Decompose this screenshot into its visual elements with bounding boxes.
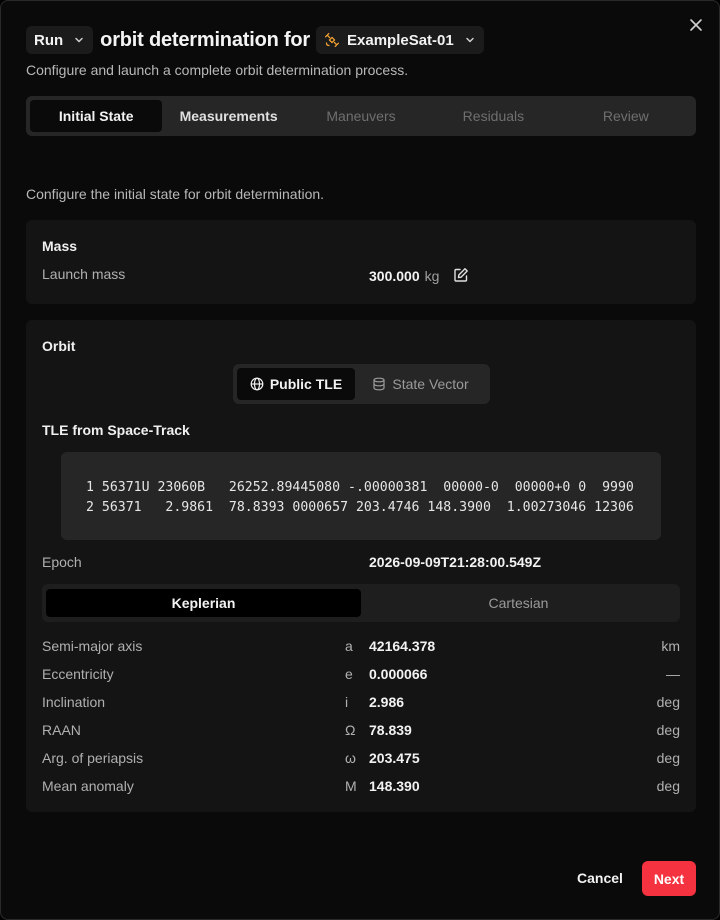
element-row-inclination: Inclination i 2.986 deg: [42, 694, 680, 714]
tab-initial-state[interactable]: Initial State: [30, 100, 163, 132]
orbit-determination-dialog: Run orbit determination for ExampleSat-0…: [0, 0, 720, 920]
launch-mass-label: Launch mass: [42, 266, 126, 282]
mode-select[interactable]: Run: [26, 26, 94, 54]
tab-keplerian[interactable]: Keplerian: [46, 589, 361, 617]
orbit-source-toggle: Public TLE State Vector: [233, 364, 490, 404]
element-row-semi-major-axis: Semi-major axis a 42164.378 km: [42, 638, 680, 658]
satellite-icon: [324, 32, 340, 48]
tab-residuals: Residuals: [462, 108, 525, 124]
edit-icon[interactable]: [453, 267, 469, 283]
epoch-label: Epoch: [42, 554, 82, 570]
chevron-down-icon: [73, 34, 85, 46]
close-icon[interactable]: [687, 17, 705, 35]
element-row-arg-of-periapsis: Arg. of periapsis ω 203.475 deg: [42, 750, 680, 770]
public-tle-label: Public TLE: [269, 376, 343, 392]
element-unit: deg: [656, 750, 680, 766]
public-tle-option[interactable]: Public TLE: [237, 368, 355, 400]
state-vector-label: State Vector: [392, 376, 469, 392]
tle-display: 1 56371U 23060B 26252.89445080 -.0000038…: [61, 452, 661, 540]
tab-cartesian[interactable]: Cartesian: [361, 589, 676, 617]
section-intro: Configure the initial state for orbit de…: [26, 186, 325, 202]
chevron-down-icon: [464, 34, 476, 46]
element-name: Mean anomaly: [42, 778, 134, 794]
element-value: 0.000066: [369, 666, 428, 682]
database-icon: [372, 377, 386, 391]
satellite-select[interactable]: ExampleSat-01: [316, 26, 484, 54]
mode-select-value: Run: [34, 31, 64, 49]
dialog-subtitle: Configure and launch a complete orbit de…: [26, 62, 409, 78]
launch-mass-unit: kg: [424, 268, 440, 284]
element-unit: deg: [656, 778, 680, 794]
element-unit: km: [661, 638, 680, 654]
tab-measurements[interactable]: Measurements: [162, 100, 294, 132]
satellite-select-value: ExampleSat-01: [347, 31, 454, 49]
element-unit: —: [666, 666, 680, 682]
launch-mass-value: 300.000 kg: [369, 268, 439, 284]
element-row-eccentricity: Eccentricity e 0.000066 —: [42, 666, 680, 686]
step-tabs: Initial State Measurements Maneuvers Res…: [26, 96, 696, 136]
element-symbol: M: [345, 778, 357, 794]
element-value: 148.390: [369, 778, 420, 794]
element-symbol: a: [345, 638, 353, 654]
element-value: 42164.378: [369, 638, 436, 654]
element-name: Eccentricity: [42, 666, 114, 682]
element-row-raan: RAAN Ω 78.839 deg: [42, 722, 680, 742]
element-symbol: i: [345, 694, 349, 710]
cancel-button[interactable]: Cancel: [566, 861, 634, 895]
element-value: 78.839: [369, 722, 412, 738]
tab-review: Review: [602, 108, 649, 124]
element-type-tabs: Keplerian Cartesian: [42, 584, 680, 622]
tle-title: TLE from Space-Track: [42, 422, 190, 438]
element-name: Arg. of periapsis: [42, 750, 144, 766]
tab-maneuvers: Maneuvers: [326, 108, 396, 124]
mass-card: Mass Launch mass 300.000 kg: [26, 220, 696, 304]
element-unit: deg: [656, 722, 680, 738]
launch-mass-number: 300.000: [369, 268, 420, 284]
mass-title: Mass: [42, 238, 78, 254]
tle-line-1: 1 56371U 23060B 26252.89445080 -.0000038…: [86, 480, 634, 495]
tle-line-2: 2 56371 2.9861 78.8393 0000657 203.4746 …: [86, 500, 634, 515]
epoch-value: 2026-09-09T21:28:00.549Z: [369, 554, 542, 570]
element-name: Semi-major axis: [42, 638, 143, 654]
element-row-mean-anomaly: Mean anomaly M 148.390 deg: [42, 778, 680, 798]
dialog-title: Run orbit determination for ExampleSat-0…: [26, 26, 484, 54]
element-unit: deg: [656, 694, 680, 710]
globe-icon: [250, 377, 264, 391]
title-text: orbit determination for: [100, 28, 311, 51]
orbit-title: Orbit: [42, 338, 76, 354]
element-symbol: Ω: [345, 722, 356, 738]
element-symbol: e: [345, 666, 353, 682]
element-symbol: ω: [345, 750, 356, 766]
element-value: 203.475: [369, 750, 420, 766]
element-name: Inclination: [42, 694, 106, 710]
element-name: RAAN: [42, 722, 81, 738]
element-value: 2.986: [369, 694, 405, 710]
state-vector-option[interactable]: State Vector: [355, 368, 486, 400]
orbit-card: Orbit Public TLE State Vector TLE from S…: [26, 320, 696, 812]
next-button[interactable]: Next: [642, 861, 696, 896]
